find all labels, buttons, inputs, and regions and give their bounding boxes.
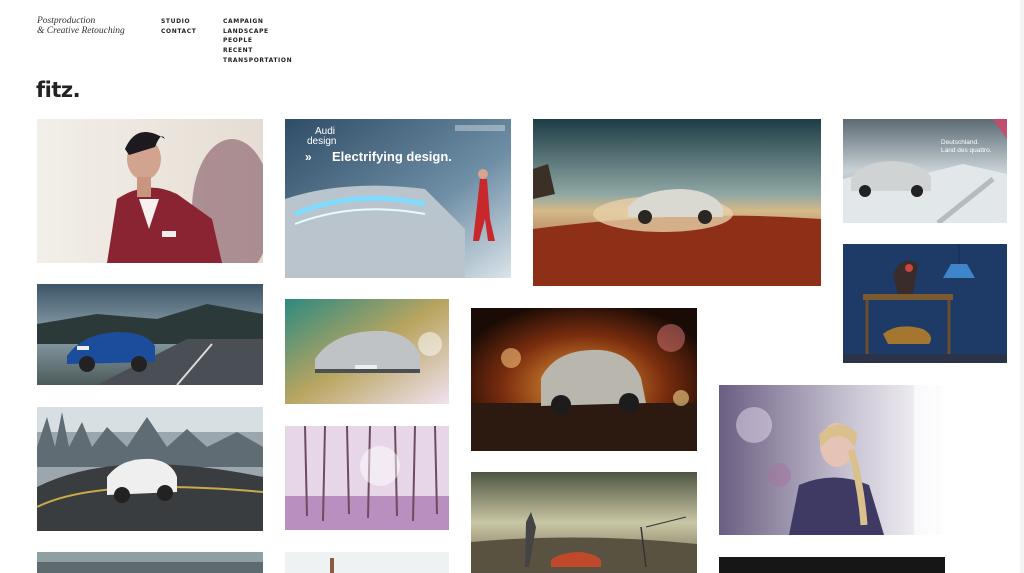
portfolio-tile-silver-mercedes[interactable] bbox=[285, 299, 449, 404]
scrollbar-track[interactable] bbox=[1020, 0, 1024, 573]
portfolio-tile-still-life-blue[interactable] bbox=[843, 244, 1007, 363]
portfolio-tile-pink-forest[interactable] bbox=[285, 426, 449, 530]
portfolio-tile-cayenne-city[interactable] bbox=[37, 407, 263, 531]
portfolio-tile-girl-portrait[interactable] bbox=[719, 385, 945, 535]
car-image bbox=[843, 119, 1007, 223]
portfolio-tile-blue-golf-cabrio[interactable] bbox=[37, 284, 263, 385]
nav-item-studio[interactable]: STUDIO bbox=[161, 17, 197, 27]
car-image bbox=[37, 284, 263, 385]
car-image bbox=[471, 308, 697, 451]
chevron-right-icon: » bbox=[305, 150, 312, 164]
landscape-image bbox=[285, 426, 449, 530]
photo-image bbox=[719, 557, 945, 573]
portfolio-tile-stormy-landscape[interactable] bbox=[471, 472, 697, 573]
portfolio-tile-audi-quattro-snow[interactable]: Deutschland. Land des quattro. bbox=[843, 119, 1007, 223]
tagline: Postproduction & Creative Retouching bbox=[37, 16, 125, 36]
tagline-line-1: Postproduction bbox=[37, 16, 96, 26]
portfolio-tile-man-in-red-blazer[interactable] bbox=[37, 119, 263, 263]
nav-studio: STUDIO CONTACT bbox=[161, 17, 197, 36]
car-image bbox=[37, 407, 263, 531]
quattro-headline: Deutschland. bbox=[941, 139, 979, 146]
portfolio-tile-partial-col4[interactable] bbox=[719, 557, 945, 573]
portfolio-tile-audi-design[interactable]: Audi design Electrifying design. » bbox=[285, 119, 511, 278]
nav-item-people[interactable]: PEOPLE bbox=[223, 36, 292, 46]
audi-headline: Electrifying design. bbox=[332, 149, 452, 164]
car-image bbox=[285, 299, 449, 404]
portrait-image bbox=[719, 385, 945, 535]
portrait-image bbox=[37, 119, 263, 263]
audi-brand-sub: design bbox=[307, 136, 337, 147]
still-life-image bbox=[843, 244, 1007, 363]
nav-item-landscape[interactable]: LANDSCAPE bbox=[223, 27, 292, 37]
portfolio-tile-tiguan-night[interactable] bbox=[471, 308, 697, 451]
nav-item-transportation[interactable]: TRANSPORTATION bbox=[223, 56, 292, 66]
portfolio-tile-partial-col2[interactable] bbox=[285, 552, 449, 573]
car-image bbox=[533, 119, 821, 286]
portfolio-tile-desert-car[interactable] bbox=[533, 119, 821, 286]
tagline-line-2: & Creative Retouching bbox=[37, 26, 125, 36]
car-image bbox=[471, 472, 697, 573]
photo-image bbox=[37, 552, 263, 573]
nav-item-campaign[interactable]: CAMPAIGN bbox=[223, 17, 292, 27]
nav-item-contact[interactable]: CONTACT bbox=[161, 27, 197, 37]
site-logo[interactable]: fitz. bbox=[36, 78, 81, 102]
photo-image bbox=[285, 552, 449, 573]
nav-item-recent[interactable]: RECENT bbox=[223, 46, 292, 56]
quattro-sub: Land des quattro. bbox=[941, 147, 992, 154]
nav-work: CAMPAIGN LANDSCAPE PEOPLE RECENT TRANSPO… bbox=[223, 17, 292, 66]
portfolio-tile-partial-col1[interactable] bbox=[37, 552, 263, 573]
